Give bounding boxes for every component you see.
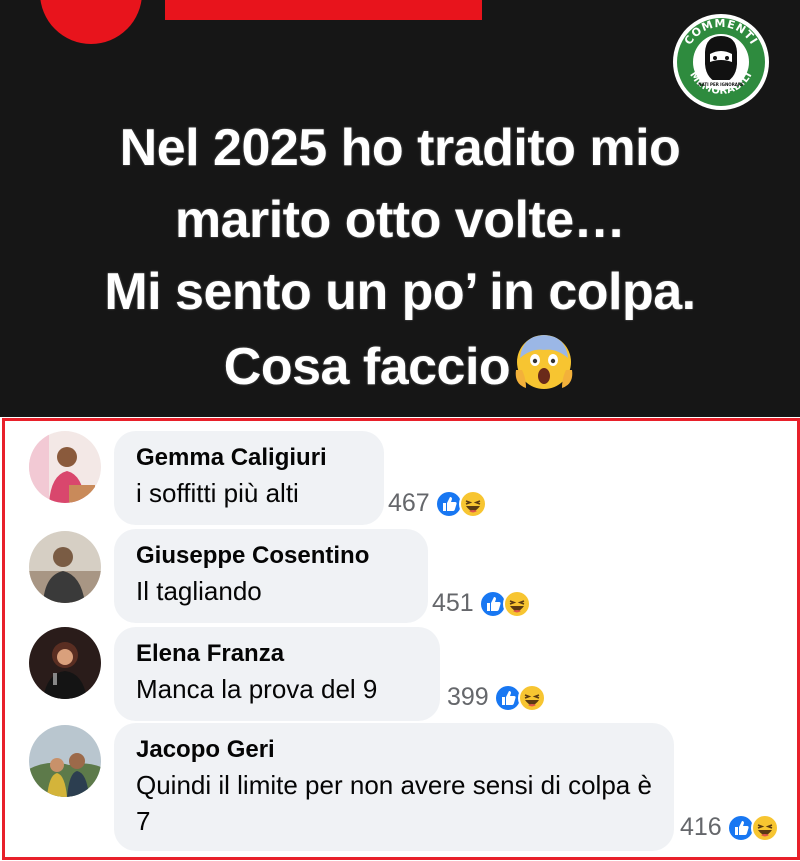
reaction-summary[interactable]: 467 xyxy=(388,489,487,518)
comment-text: Manca la prova del 9 xyxy=(136,674,378,704)
reaction-count: 467 xyxy=(388,489,430,517)
comment-text: Il tagliando xyxy=(136,576,262,606)
caption-line-1: Nel 2025 ho tradito mio xyxy=(119,119,681,177)
reaction-summary[interactable]: 451 xyxy=(432,589,531,618)
comment-author[interactable]: Jacopo Geri xyxy=(136,733,652,767)
caption-line-2: marito otto volte… xyxy=(174,191,626,249)
red-circle-decoration xyxy=(40,0,142,44)
reaction-count: 416 xyxy=(680,813,722,841)
haha-icon xyxy=(517,683,546,712)
reaction-count: 451 xyxy=(432,589,474,617)
comment-bubble: Jacopo Geri Quindi il limite per non ave… xyxy=(114,723,674,851)
comment-author[interactable]: Giuseppe Cosentino xyxy=(136,539,406,573)
comment-author[interactable]: Gemma Caligiuri xyxy=(136,441,362,475)
screaming-face-icon xyxy=(515,335,573,389)
comment-text: Quindi il limite per non avere sensi di … xyxy=(136,770,652,836)
comment-bubble: Elena Franza Manca la prova del 9 xyxy=(114,627,440,721)
comment-bubble: Giuseppe Cosentino Il tagliando xyxy=(114,529,428,623)
haha-icon xyxy=(750,813,779,842)
red-bar-decoration xyxy=(165,0,482,20)
haha-icon xyxy=(502,589,531,618)
avatar-jacopo-geri[interactable] xyxy=(29,725,101,797)
avatar-giuseppe-cosentino[interactable] xyxy=(29,531,101,603)
logo-tagline: NATI PER IGNORARE xyxy=(698,82,744,87)
commenti-memorabili-logo: COMMENTI MEMORABILI NATI PER IGNORARE xyxy=(673,14,769,110)
reaction-summary[interactable]: 399 xyxy=(447,683,546,712)
haha-icon xyxy=(458,489,487,518)
comment-text: i soffitti più alti xyxy=(136,478,299,508)
avatar-gemma-caligiuri[interactable] xyxy=(29,431,101,503)
caption-line-3: Mi sento un po’ in colpa. xyxy=(104,263,696,321)
caption-line-4: Cosa faccio xyxy=(223,338,511,396)
reaction-count: 399 xyxy=(447,683,489,711)
comment-bubble: Gemma Caligiuri i soffitti più alti xyxy=(114,431,384,525)
reaction-summary[interactable]: 416 xyxy=(680,813,779,842)
post-caption: Nel 2025 ho tradito mio marito otto volt… xyxy=(0,112,800,403)
avatar-elena-franza[interactable] xyxy=(29,627,101,699)
comment-author[interactable]: Elena Franza xyxy=(136,637,418,671)
caption-line-4-wrap: Cosa faccio xyxy=(0,328,800,403)
post-image: COMMENTI MEMORABILI NATI PER IGNORARE Ne… xyxy=(0,0,800,417)
comments-section: Gemma Caligiuri i soffitti più alti 467 … xyxy=(2,418,800,860)
